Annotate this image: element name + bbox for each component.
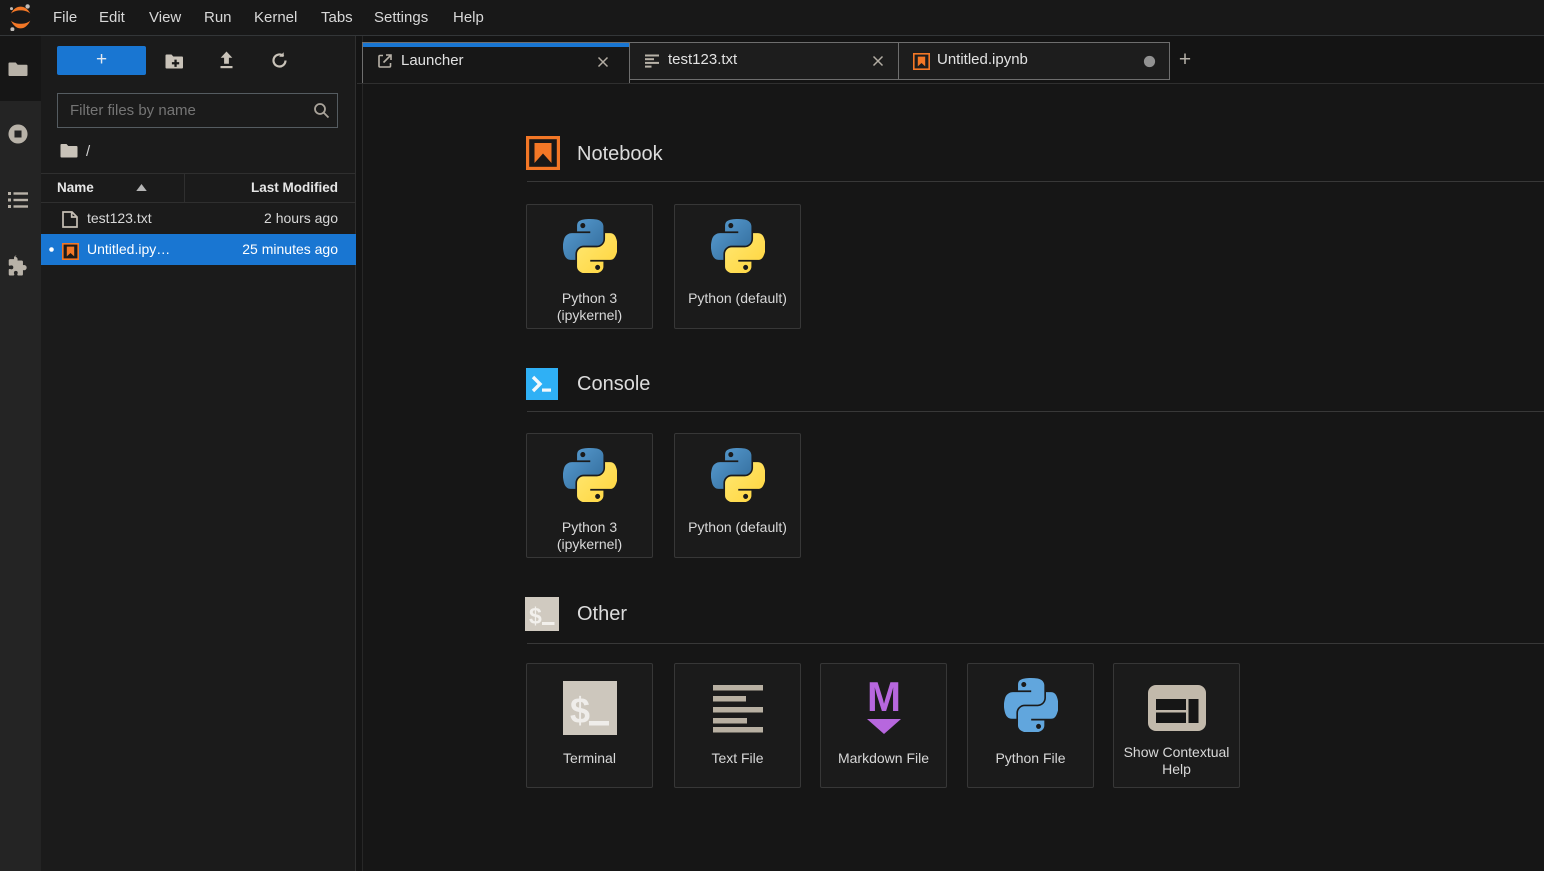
svg-text:M: M [867, 678, 901, 720]
svg-text:$: $ [570, 690, 590, 731]
svg-text:$: $ [529, 603, 542, 629]
